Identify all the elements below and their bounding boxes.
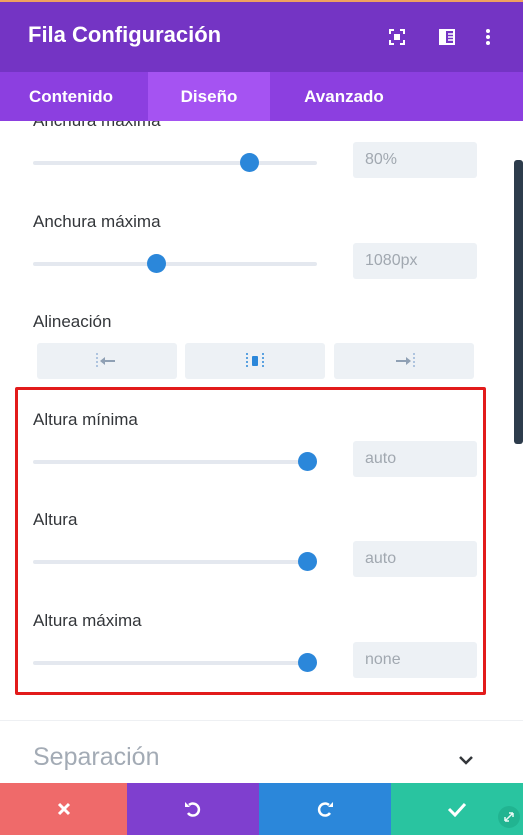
footer-bar — [0, 783, 523, 835]
split-view-icon[interactable] — [434, 24, 460, 50]
section-separacion-toggle[interactable]: Separación — [33, 743, 159, 772]
focus-icon[interactable] — [384, 24, 410, 50]
min-height-slider[interactable] — [33, 460, 317, 464]
modal-title: Fila Configuración — [28, 22, 222, 47]
align-right-button[interactable] — [334, 343, 474, 379]
height-input[interactable]: auto — [353, 541, 477, 577]
scrollbar[interactable] — [514, 160, 523, 444]
check-icon — [447, 802, 467, 817]
max-width-px-slider[interactable] — [33, 262, 317, 266]
height-value: auto — [365, 550, 397, 567]
max-height-label: Altura máxima — [33, 611, 142, 630]
resize-icon — [504, 812, 514, 822]
max-height-thumb[interactable] — [298, 653, 317, 672]
min-height-label: Altura mínima — [33, 410, 138, 429]
align-center-icon — [246, 353, 264, 369]
min-height-input[interactable]: auto — [353, 441, 477, 477]
cancel-button[interactable] — [0, 783, 127, 835]
height-thumb[interactable] — [298, 552, 317, 571]
modal-header: Fila Configuración — [0, 2, 523, 72]
max-width-pct-slider[interactable] — [33, 161, 317, 165]
max-width-pct-input[interactable]: 80% — [353, 142, 477, 178]
max-height-input[interactable]: none — [353, 642, 477, 678]
max-width-label: Anchura máxima — [33, 121, 161, 131]
close-icon — [57, 802, 70, 816]
max-width-px-thumb[interactable] — [146, 254, 166, 273]
alignment-label: Alineación — [33, 312, 112, 331]
undo-button[interactable] — [127, 783, 259, 835]
min-height-thumb[interactable] — [298, 452, 317, 471]
align-right-icon — [396, 353, 415, 369]
tab-avanzado[interactable]: Avanzado — [276, 72, 412, 121]
max-width-px-value: 1080px — [365, 252, 418, 269]
undo-icon — [185, 802, 201, 817]
section-divider — [0, 720, 523, 721]
redo-button[interactable] — [259, 783, 391, 835]
max-width-pct-value: 80% — [365, 151, 398, 168]
max-width-px-label: Anchura máxima — [33, 212, 161, 231]
tab-diseno[interactable]: Diseño — [148, 72, 270, 121]
max-height-value: none — [365, 651, 401, 668]
align-left-button[interactable] — [37, 343, 177, 379]
resize-handle[interactable] — [498, 806, 520, 828]
max-width-pct-thumb[interactable] — [239, 153, 259, 172]
align-center-button[interactable] — [185, 343, 325, 379]
max-height-slider[interactable] — [33, 661, 317, 665]
tab-bar: Contenido Diseño Avanzado — [0, 72, 523, 121]
more-icon[interactable] — [475, 24, 501, 50]
min-height-value: auto — [365, 450, 397, 467]
max-width-px-input[interactable]: 1080px — [353, 243, 477, 279]
redo-icon — [317, 802, 333, 817]
tab-contenido[interactable]: Contenido — [0, 72, 142, 121]
settings-panel: Anchura máxima 80% Anchura máxima 1080px… — [0, 121, 523, 783]
chevron-down-icon[interactable] — [456, 753, 476, 767]
align-left-icon — [96, 353, 115, 369]
height-slider[interactable] — [33, 560, 317, 564]
height-label: Altura — [33, 510, 78, 529]
